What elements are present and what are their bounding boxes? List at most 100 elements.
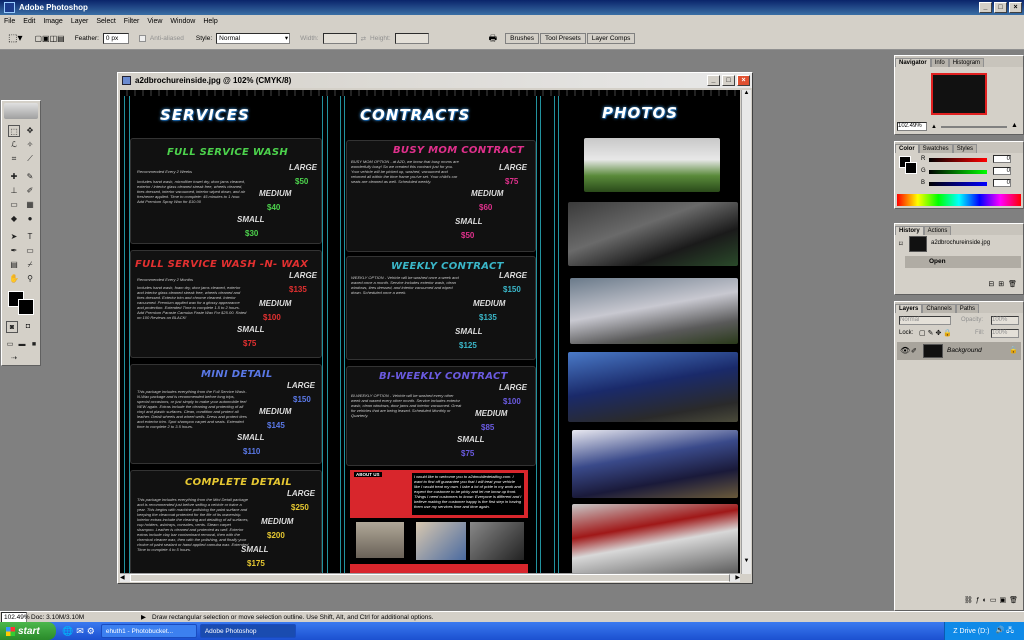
tab-tool-presets[interactable]: Tool Presets (540, 33, 586, 44)
tab-histogram[interactable]: Histogram (948, 58, 985, 67)
screen-mode-full-icon[interactable]: ■ (28, 339, 40, 351)
scroll-right-arrow-icon[interactable]: ▶ (735, 574, 740, 581)
menu-edit[interactable]: Edit (19, 18, 39, 25)
type-tool-icon[interactable]: T (24, 231, 36, 243)
history-footer-icons[interactable]: ⊟⊞🗑 (897, 280, 1021, 290)
history-state-open[interactable]: Open (905, 256, 1021, 268)
standard-mode-icon[interactable]: ◙ (6, 321, 18, 333)
slice-tool-icon[interactable]: ⟋ (24, 153, 36, 165)
notes-tool-icon[interactable]: ▤ (8, 259, 20, 271)
layers-footer-icons[interactable]: ⛓ƒ◐▭▣🗑 (897, 596, 1021, 608)
path-selection-tool-icon[interactable]: ➤ (8, 231, 20, 243)
fill-input[interactable]: 100% (991, 329, 1019, 338)
crop-tool-icon[interactable]: ⌗ (8, 153, 20, 165)
pen-tool-icon[interactable]: ✒ (8, 245, 20, 257)
background-color-swatch[interactable] (18, 299, 34, 315)
zoom-out-icon[interactable]: ▲ (931, 124, 937, 130)
red-value[interactable]: 0 (993, 155, 1011, 163)
hand-tool-icon[interactable]: ✋ (8, 273, 20, 285)
feather-input[interactable]: 0 px (102, 33, 129, 44)
width-input[interactable] (322, 33, 357, 44)
close-button[interactable]: × (1009, 2, 1022, 13)
tab-actions[interactable]: Actions (923, 226, 952, 235)
status-zoom[interactable]: 102.49% (1, 611, 30, 623)
blue-slider[interactable] (929, 182, 987, 186)
clone-stamp-tool-icon[interactable]: ⊥ (8, 185, 20, 197)
minimize-button[interactable]: _ (979, 2, 992, 13)
brush-tool-icon[interactable]: ✎ (24, 171, 36, 183)
green-slider[interactable] (929, 170, 987, 174)
adobe-online-feather-icon[interactable] (4, 103, 38, 119)
snapshot-name[interactable]: a2dbrochureinside.jpg (931, 240, 990, 246)
zoom-tool-icon[interactable]: ⚲ (24, 273, 36, 285)
screen-mode-standard-icon[interactable]: ▭ (4, 339, 16, 351)
color-background-swatch[interactable] (905, 162, 917, 174)
scroll-left-arrow-icon[interactable]: ◀ (120, 574, 125, 581)
scroll-up-arrow-icon[interactable]: ▲ (742, 90, 751, 99)
tab-layer-comps[interactable]: Layer Comps (586, 33, 636, 44)
image-canvas[interactable]: SERVICES CONTRACTS PHOTOS FULL SERVICE W… (120, 90, 740, 574)
scroll-down-arrow-icon[interactable]: ▼ (742, 558, 751, 564)
healing-brush-tool-icon[interactable]: ✚ (8, 171, 20, 183)
zoom-in-icon[interactable]: ▲ (1011, 122, 1018, 129)
zoom-slider[interactable] (941, 126, 1007, 128)
green-value[interactable]: 0 (993, 167, 1011, 175)
tab-color[interactable]: Color (895, 144, 919, 153)
magic-wand-tool-icon[interactable]: ✧ (24, 139, 36, 151)
navigator-thumbnail[interactable] (931, 73, 987, 115)
brush-link-icon[interactable]: ✐ (911, 347, 917, 355)
menu-file[interactable]: File (0, 18, 19, 25)
doc-minimize-button[interactable]: _ (707, 75, 720, 86)
lasso-tool-icon[interactable]: ℒ (8, 139, 20, 151)
menu-window[interactable]: Window (166, 18, 199, 25)
shape-tool-icon[interactable]: ▭ (24, 245, 36, 257)
palette-well-icon[interactable]: 🖶 (489, 31, 498, 47)
blend-mode-select[interactable]: Normal (899, 316, 951, 325)
vertical-scrollbar[interactable]: ▲ ▼ (741, 90, 751, 574)
dodge-tool-icon[interactable]: ● (24, 213, 36, 225)
style-select[interactable]: Normal ▾ (216, 33, 291, 44)
opacity-input[interactable]: 100% (991, 316, 1019, 325)
red-slider[interactable] (929, 158, 987, 162)
history-brush-tool-icon[interactable]: ✐ (24, 185, 36, 197)
tab-brushes[interactable]: Brushes (505, 33, 539, 44)
tab-navigator[interactable]: Navigator (895, 58, 931, 67)
status-arrow-icon[interactable]: ▶ (141, 613, 146, 621)
menu-help[interactable]: Help (199, 18, 221, 25)
maximize-button[interactable]: □ (994, 2, 1007, 13)
tab-styles[interactable]: Styles (952, 144, 978, 153)
selection-mode-icons[interactable]: ▢▣◫▤ (34, 34, 64, 43)
eyedropper-tool-icon[interactable]: ⌿ (24, 259, 36, 271)
taskbar-item-browser[interactable]: ehuth1 - Photobucket... (100, 624, 197, 638)
gradient-tool-icon[interactable]: ▦ (24, 199, 36, 211)
quick-mask-mode-icon[interactable]: ◘ (22, 321, 34, 333)
taskbar-item-photoshop[interactable]: Adobe Photoshop (199, 624, 296, 638)
navigator-zoom-input[interactable]: 102.49% (897, 122, 927, 131)
tab-channels[interactable]: Channels (922, 304, 956, 313)
menu-layer[interactable]: Layer (67, 18, 93, 25)
menu-select[interactable]: Select (92, 18, 119, 25)
start-button[interactable]: start (0, 622, 56, 640)
menu-image[interactable]: Image (39, 18, 66, 25)
tray-icons[interactable]: 🔊🖧 (995, 626, 1016, 637)
tab-history[interactable]: History (895, 226, 924, 235)
screen-mode-full-menu-icon[interactable]: ▬ (16, 339, 28, 351)
layer-row-background[interactable]: 👁 ✐ Background 🔒 (897, 342, 1021, 360)
scroll-thumb[interactable] (130, 574, 730, 582)
lock-icons[interactable]: ▢✎✥🔒 (919, 329, 954, 337)
jump-to-imageready-icon[interactable]: ⇢ (8, 353, 20, 365)
antialiased-checkbox[interactable] (138, 35, 146, 42)
document-title-bar[interactable]: a2dbrochureinside.jpg @ 102% (CMYK/8) _ … (118, 73, 752, 88)
menu-filter[interactable]: Filter (120, 18, 144, 25)
swap-icon[interactable]: ⇄ (361, 35, 366, 43)
eye-icon[interactable]: 👁 (900, 346, 910, 355)
marquee-tool-preset-icon[interactable]: ⬚▾ (8, 33, 22, 44)
menu-view[interactable]: View (143, 18, 166, 25)
eraser-tool-icon[interactable]: ▭ (8, 199, 20, 211)
doc-close-button[interactable]: × (737, 75, 750, 86)
tab-info[interactable]: Info (930, 58, 949, 67)
move-tool-icon[interactable]: ✥ (24, 125, 36, 137)
color-ramp[interactable] (897, 194, 1021, 206)
blur-tool-icon[interactable]: ◆ (8, 213, 20, 225)
history-brush-source-icon[interactable]: ⌑ (899, 240, 903, 248)
